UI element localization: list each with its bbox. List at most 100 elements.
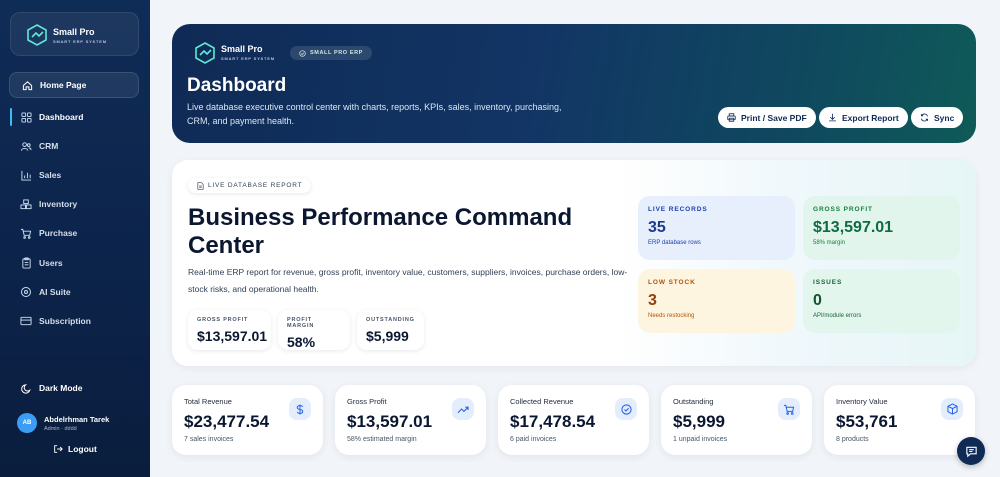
sidebar-item-ai-suite[interactable]: AI Suite — [9, 279, 139, 305]
logout-label: Logout — [68, 444, 97, 454]
sidebar-item-label: Users — [39, 258, 63, 268]
sidebar-item-label: Inventory — [39, 199, 78, 209]
stat-low-stock: LOW STOCK 3 Needs restocking — [638, 269, 795, 333]
sync-label: Sync — [934, 112, 955, 123]
sidebar-item-purchase[interactable]: Purchase — [9, 220, 139, 246]
stat-value: 3 — [648, 292, 657, 309]
stat-value: 0 — [813, 292, 822, 309]
kpi-collected-revenue: Collected Revenue $17,478.54 6 paid invo… — [498, 385, 649, 455]
export-report-button[interactable]: Export Report — [819, 107, 908, 128]
dollar-icon — [289, 398, 311, 420]
sidebar-item-label: Dashboard — [39, 112, 84, 122]
sidebar-item-home-page[interactable]: Home Page — [9, 72, 139, 98]
sidebar-item-label: Home Page — [40, 80, 87, 90]
sidebar-item-label: AI Suite — [39, 287, 71, 297]
stat-value: 35 — [648, 219, 666, 236]
cart-icon — [19, 226, 33, 240]
sidebar-item-dashboard[interactable]: Dashboard — [9, 104, 139, 130]
printer-icon — [727, 113, 736, 122]
live-report-label: LIVE DATABASE REPORT — [208, 182, 303, 189]
stat-label: ISSUES — [813, 279, 843, 286]
document-icon — [197, 181, 204, 190]
page-title: Dashboard — [187, 75, 287, 96]
page-description: Live database executive control center w… — [187, 102, 562, 126]
package-icon — [941, 398, 963, 420]
stat-subtitle: API/module errors — [813, 313, 862, 319]
sidebar-item-label: Purchase — [39, 228, 78, 238]
chat-button[interactable] — [957, 437, 985, 465]
mini-card-label: PROFIT MARGIN — [287, 317, 315, 329]
export-label: Export Report — [842, 112, 899, 123]
logo-icon — [27, 24, 47, 46]
bar-chart-icon — [19, 168, 33, 182]
stat-live-records: LIVE RECORDS 35 ERP database rows — [638, 196, 795, 260]
brand-tagline: SMART ERP SYSTEM — [53, 39, 107, 44]
cart-icon — [778, 398, 800, 420]
kpi-gross-profit: Gross Profit $13,597.01 58% estimated ma… — [335, 385, 486, 455]
business-report-panel: LIVE DATABASE REPORT Business Performanc… — [172, 160, 976, 366]
brand-name: Small Pro — [53, 27, 95, 37]
mini-card-label: GROSS PROFIT — [197, 317, 249, 323]
sidebar-item-crm[interactable]: CRM — [9, 133, 139, 159]
kpi-inventory-value: Inventory Value $53,761 8 products — [824, 385, 975, 455]
user-role: Admin · dddd — [44, 426, 77, 432]
kpi-subtitle: 58% estimated margin — [347, 436, 417, 443]
sidebar-item-sales[interactable]: Sales — [9, 162, 139, 188]
stat-label: LOW STOCK — [648, 279, 696, 286]
logout-icon — [53, 444, 63, 454]
print-save-pdf-button[interactable]: Print / Save PDF — [718, 107, 816, 128]
boxes-icon — [19, 197, 33, 211]
stat-gross-profit: GROSS PROFIT $13,597.01 58% margin — [803, 196, 960, 260]
download-icon — [828, 113, 837, 122]
brand-tagline: SMART ERP SYSTEM — [221, 56, 275, 61]
sidebar: Small Pro SMART ERP SYSTEM Home Page Das… — [0, 0, 150, 477]
kpi-total-revenue: Total Revenue $23,477.54 7 sales invoice… — [172, 385, 323, 455]
kpi-subtitle: 6 paid invoices — [510, 436, 557, 443]
mini-card-profit-margin: PROFIT MARGIN 58% — [278, 310, 350, 350]
trending-up-icon — [452, 398, 474, 420]
brand-logo-card[interactable]: Small Pro SMART ERP SYSTEM — [10, 12, 139, 56]
mini-card-value: $5,999 — [366, 328, 409, 344]
sidebar-item-users[interactable]: Users — [9, 250, 139, 276]
dark-mode-label: Dark Mode — [39, 383, 83, 393]
erp-badge: SMALL PRO ERP — [290, 46, 372, 60]
stat-value: $13,597.01 — [813, 219, 894, 236]
kpi-subtitle: 1 unpaid invoices — [673, 436, 728, 443]
card-icon — [19, 314, 33, 328]
refresh-icon — [920, 113, 929, 122]
sync-button[interactable]: Sync — [911, 107, 964, 128]
moon-icon — [19, 381, 33, 395]
grid-icon — [19, 110, 33, 124]
check-circle-icon — [615, 398, 637, 420]
stat-subtitle: ERP database rows — [648, 240, 701, 246]
clipboard-icon — [19, 256, 33, 270]
mini-card-outstanding: OUTSTANDING $5,999 — [357, 310, 424, 350]
stat-label: LIVE RECORDS — [648, 206, 708, 213]
sidebar-item-label: CRM — [39, 141, 59, 151]
sidebar-item-label: Subscription — [39, 316, 91, 326]
brand-name: Small Pro — [221, 44, 263, 54]
avatar[interactable]: AB — [17, 413, 37, 433]
stat-issues: ISSUES 0 API/module errors — [803, 269, 960, 333]
logo-icon — [195, 42, 215, 64]
report-description: Real-time ERP report for revenue, gross … — [188, 267, 628, 294]
sidebar-item-inventory[interactable]: Inventory — [9, 191, 139, 217]
kpi-outstanding: Outstanding $5,999 1 unpaid invoices — [661, 385, 812, 455]
dark-mode-toggle[interactable]: Dark Mode — [9, 375, 139, 401]
check-circle-icon — [299, 49, 306, 57]
print-label: Print / Save PDF — [741, 112, 807, 123]
report-title: Business Performance Command Center — [188, 204, 573, 259]
dashboard-header: Small Pro SMART ERP SYSTEM SMALL PRO ERP… — [172, 24, 976, 143]
stat-subtitle: Needs restocking — [648, 313, 695, 319]
users-icon — [19, 139, 33, 153]
home-icon — [20, 78, 34, 92]
sidebar-item-label: Sales — [39, 170, 62, 180]
mini-card-gross-profit: GROSS PROFIT $13,597.01 — [188, 310, 271, 350]
kpi-subtitle: 8 products — [836, 436, 869, 443]
live-report-badge: LIVE DATABASE REPORT — [188, 178, 312, 193]
sidebar-item-subscription[interactable]: Subscription — [9, 308, 139, 334]
kpi-subtitle: 7 sales invoices — [184, 436, 234, 443]
logout-button[interactable]: Logout — [53, 444, 97, 454]
stat-label: GROSS PROFIT — [813, 206, 873, 213]
mini-card-value: $13,597.01 — [197, 328, 268, 344]
